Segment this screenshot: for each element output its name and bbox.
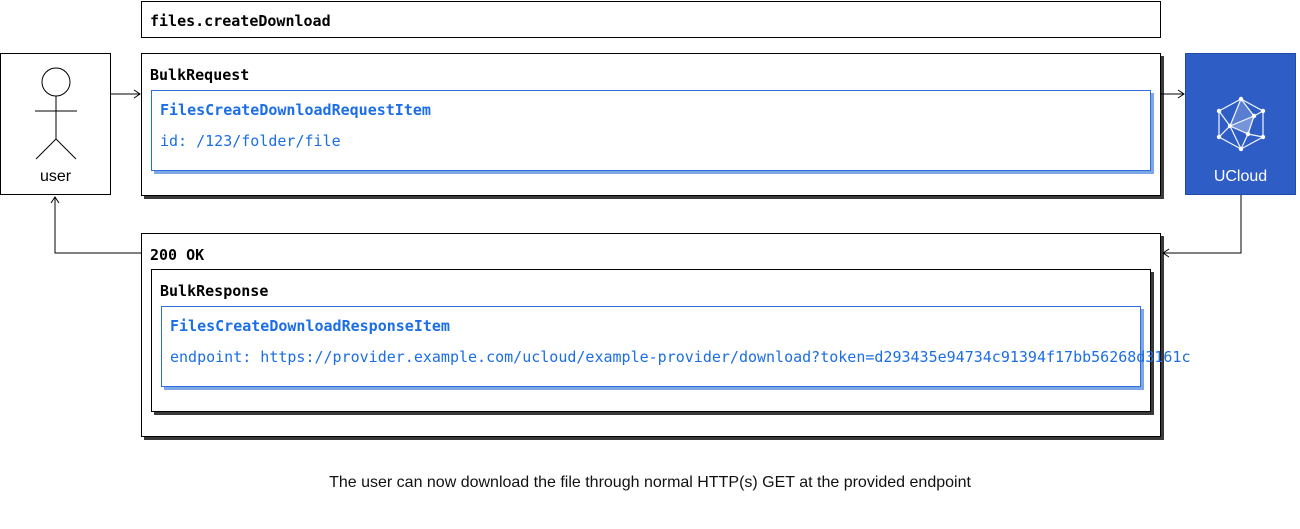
response-status: 200 OK	[150, 246, 205, 264]
response-item-field: endpoint: https://provider.example.com/u…	[170, 348, 1191, 366]
bulk-response-label: BulkResponse	[160, 282, 269, 300]
bulk-request-label: BulkRequest	[150, 66, 250, 84]
diagram-caption: The user can now download the file throu…	[329, 474, 971, 491]
ucloud-label: UCloud	[1213, 168, 1268, 185]
call-name-box: files.createDownload	[141, 1, 1161, 38]
call-name: files.createDownload	[150, 12, 331, 30]
user-label: user	[39, 168, 72, 185]
request-item-title: FilesCreateDownloadRequestItem	[160, 101, 431, 119]
request-item-field: id: /123/folder/file	[160, 132, 341, 150]
response-item-title: FilesCreateDownloadResponseItem	[170, 317, 450, 335]
arrow-ucloud-to-response	[1163, 195, 1242, 254]
arrow-response-to-user	[54, 197, 141, 254]
